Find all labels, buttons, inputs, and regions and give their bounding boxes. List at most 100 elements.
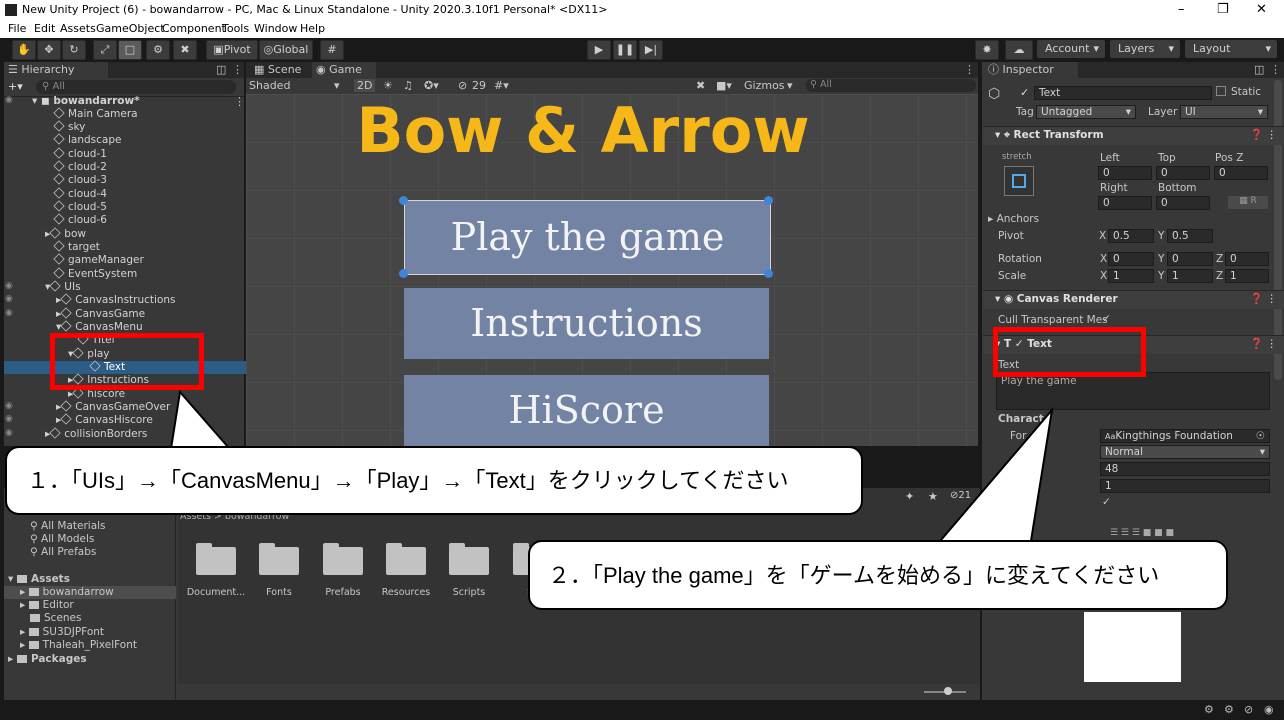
step-button[interactable]: ▶| — [639, 40, 663, 60]
anchor-presets-icon[interactable] — [1004, 166, 1034, 196]
pivot-x-field[interactable]: 0.5 — [1108, 229, 1154, 243]
global-toggle[interactable]: ◎Global — [259, 40, 313, 60]
lighting-icon[interactable]: ☀ — [383, 79, 393, 92]
posz-field[interactable]: 0 — [1214, 166, 1268, 180]
pause-button[interactable]: ❚❚ — [613, 40, 637, 60]
visibility-eye-icon[interactable]: ◉ — [5, 401, 13, 411]
visibility-eye-icon[interactable]: ◉ — [5, 95, 13, 105]
folder-scenes[interactable]: Scenes — [30, 612, 81, 624]
kebab-menu-icon[interactable]: ⋮ — [232, 63, 243, 76]
menu-window[interactable]: Window — [254, 22, 297, 35]
favorite-all-prefabs[interactable]: ⚲ All Prefabs — [30, 546, 96, 558]
hiscore-button[interactable]: HiScore — [404, 375, 769, 446]
blueprint-raw-buttons[interactable]: ▦ R — [1228, 196, 1268, 209]
component-menu-icon[interactable]: ❓ ⋮ — [1250, 291, 1277, 308]
top-field[interactable]: 0 — [1156, 166, 1210, 180]
asset-folder-label[interactable]: Fonts — [244, 587, 314, 598]
asset-folder-label[interactable]: Prefabs — [308, 587, 378, 598]
hierarchy-item-bow[interactable]: ▸ bow — [4, 227, 285, 241]
canvas-renderer-header[interactable]: ▾ ◉ Canvas Renderer ❓ ⋮ — [983, 290, 1284, 309]
folder-su3djpfont[interactable]: ▸ SU3DJPFont — [20, 626, 104, 638]
grid-snap-icon[interactable]: # — [320, 40, 344, 60]
favorite-all-models[interactable]: ⚲ All Models — [30, 533, 94, 545]
visibility-eye-icon[interactable]: ◉ — [5, 428, 13, 438]
object-name-field[interactable]: Text — [1034, 86, 1212, 100]
line-spacing-field[interactable]: 1 — [1100, 479, 1270, 493]
scale-z-field[interactable]: 1 — [1225, 269, 1269, 283]
tag-filter-icon[interactable]: ✦ — [905, 490, 914, 503]
kebab-menu-icon[interactable]: ⋮ — [964, 63, 975, 76]
status-icon[interactable]: ⊘ — [1244, 703, 1253, 716]
shading-dropdown[interactable]: Shaded — [249, 79, 290, 92]
gizmos-dropdown[interactable]: Gizmos — [744, 79, 785, 92]
instructions-button[interactable]: Instructions — [404, 288, 769, 359]
effects-icon[interactable]: ✪▾ — [424, 79, 439, 92]
play-button[interactable]: ▶ — [587, 40, 611, 60]
cloud-icon[interactable]: ☁ — [1005, 40, 1033, 60]
toggle-2d[interactable]: 2D — [354, 79, 376, 92]
scene-search-input[interactable]: ⚲ All — [806, 79, 976, 92]
component-menu-icon[interactable]: ❓ ⋮ — [1250, 127, 1277, 144]
scale-x-field[interactable]: 1 — [1108, 269, 1154, 283]
folder-editor[interactable]: ▸ Editor — [20, 599, 74, 611]
asset-folder-label[interactable]: Document... — [181, 587, 251, 598]
maximize-icon[interactable]: ❐ — [1217, 2, 1229, 17]
component-menu-icon[interactable]: ❓ ⋮ — [1250, 336, 1277, 353]
rotation-z-field[interactable]: 0 — [1225, 252, 1269, 266]
rect-tool-icon[interactable]: □ — [118, 40, 142, 60]
asset-folder-label[interactable]: Resources — [371, 587, 441, 598]
hierarchy-search-input[interactable]: ⚲ All — [36, 80, 236, 94]
status-icon[interactable]: ⚙ — [1224, 703, 1234, 716]
visibility-eye-icon[interactable]: ◉ — [5, 294, 13, 304]
tab-hierarchy[interactable]: ☰ Hierarchy — [4, 62, 108, 78]
hierarchy-item-uis[interactable]: ▾ UIs — [4, 280, 285, 294]
status-icon[interactable]: ◉ — [1264, 703, 1274, 716]
tab-inspector[interactable]: ⓘ Inspector — [982, 62, 1078, 78]
font-field[interactable]: AaKingthings Foundation ☉ — [1100, 429, 1270, 443]
favorite-all-materials[interactable]: ⚲ All Materials — [30, 520, 106, 532]
play-the-game-button[interactable]: Play the game — [404, 200, 771, 275]
right-field[interactable]: 0 — [1098, 196, 1152, 210]
lock-icon[interactable]: ◫ — [216, 63, 226, 76]
menu-help[interactable]: Help — [300, 22, 325, 35]
layers-dropdown[interactable]: Layers ▾ — [1110, 40, 1180, 58]
menu-edit[interactable]: Edit — [34, 22, 55, 35]
pivot-y-field[interactable]: 0.5 — [1167, 229, 1213, 243]
layer-dropdown[interactable]: UI ▾ — [1180, 105, 1268, 119]
anchor-handle[interactable] — [764, 269, 773, 278]
asset-folder-label[interactable]: Scripts — [434, 587, 504, 598]
custom-tool-icon[interactable]: ✖ — [173, 40, 197, 60]
grid-toggle-icon[interactable]: #▾ — [494, 79, 509, 92]
anchors-foldout[interactable]: ▸ Anchors — [988, 213, 1039, 225]
scale-tool-icon[interactable]: ⤢ — [93, 40, 117, 60]
left-field[interactable]: 0 — [1098, 166, 1152, 180]
menu-file[interactable]: File — [8, 22, 26, 35]
visibility-eye-icon[interactable]: ◉ — [5, 281, 13, 291]
layout-dropdown[interactable]: Layout ▾ — [1185, 40, 1277, 58]
add-object-button[interactable]: +▾ — [8, 80, 28, 93]
hierarchy-item-collisionborders[interactable]: ▸ collisionBorders — [4, 427, 285, 441]
alignment-buttons[interactable]: ☰ ☰ ☰ ■ ■ ■ — [1110, 528, 1210, 540]
hidden-objects-icon[interactable]: ⊘ — [458, 79, 467, 92]
rotation-y-field[interactable]: 0 — [1167, 252, 1213, 266]
font-size-field[interactable]: 48 — [1100, 462, 1270, 476]
menu-component[interactable]: Component — [162, 22, 226, 35]
scale-y-field[interactable]: 1 — [1167, 269, 1213, 283]
close-icon[interactable]: ✕ — [1256, 2, 1267, 17]
tools-icon[interactable]: ✖ — [696, 79, 705, 92]
scene-kebab-icon[interactable]: ⋮ — [234, 95, 245, 108]
active-checkbox[interactable]: ✓ — [1020, 86, 1029, 99]
folder-icon[interactable] — [449, 543, 489, 575]
anchor-handle[interactable] — [399, 269, 408, 278]
packages-root[interactable]: ▸ Packages — [8, 653, 87, 665]
folder-icon[interactable] — [323, 543, 363, 575]
rect-transform-header[interactable]: ▾ ⌖ Rect Transform ❓ ⋮ — [983, 126, 1284, 145]
folder-bowandarrow[interactable]: ▸ bowandarrow — [20, 586, 114, 598]
rotate-tool-icon[interactable]: ↻ — [62, 40, 86, 60]
hidden-packages-toggle[interactable]: ⊘21 — [950, 490, 971, 501]
move-tool-icon[interactable]: ✥ — [37, 40, 61, 60]
menu-gameobject[interactable]: GameObject — [96, 22, 165, 35]
visibility-eye-icon[interactable]: ◉ — [5, 414, 13, 424]
collab-icon[interactable]: ✸ — [975, 40, 999, 60]
minimize-icon[interactable]: – — [1178, 2, 1185, 17]
